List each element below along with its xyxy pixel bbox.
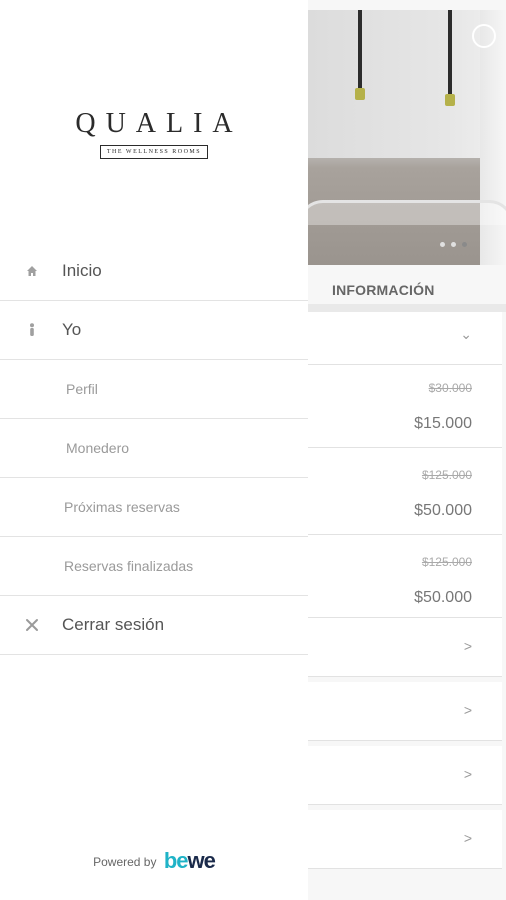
menu-item-label: Inicio <box>62 261 102 280</box>
close-icon <box>24 617 40 633</box>
menu-item-label: Cerrar sesión <box>62 615 165 634</box>
bewe-logo-part: be <box>163 848 189 873</box>
navigation-drawer: QUALIA THE WELLNESS ROOMS Inicio Yo Perf… <box>0 0 308 900</box>
curtain <box>480 10 506 265</box>
carousel-dots[interactable] <box>440 242 467 247</box>
price-new: $50.000 <box>414 502 472 519</box>
menu-item-yo[interactable]: Yo <box>0 301 308 360</box>
powered-by: Powered by bewe <box>0 848 308 874</box>
price-card[interactable]: $125.000 $50.000 <box>308 448 502 535</box>
favorite-icon[interactable] <box>472 24 496 48</box>
price-card[interactable]: $30.000 $15.000 <box>308 365 502 448</box>
gym-photo[interactable] <box>308 10 506 265</box>
list-row[interactable]: > <box>308 810 502 869</box>
chevron-right-icon: > <box>463 766 472 782</box>
menu-item-proximas-reservas[interactable]: Próximas reservas <box>0 478 308 537</box>
menu-item-monedero[interactable]: Monedero <box>0 419 308 478</box>
list-row[interactable]: > <box>308 682 502 741</box>
menu-item-label: Monedero <box>66 440 130 456</box>
trx-strap <box>358 10 362 90</box>
menu-item-cerrar-sesion[interactable]: Cerrar sesión <box>0 596 308 655</box>
bewe-logo-part: we <box>187 848 216 873</box>
chevron-right-icon: > <box>463 830 472 846</box>
carousel-dot-active[interactable] <box>462 242 467 247</box>
person-icon <box>24 322 40 338</box>
price-card[interactable]: $125.000 $50.000 <box>308 535 502 618</box>
carousel-dot[interactable] <box>451 242 456 247</box>
drawer-menu: Inicio Yo Perfil Monedero Próximas reser… <box>0 242 308 655</box>
chevron-right-icon: > <box>463 638 472 654</box>
powered-by-text: Powered by <box>93 855 157 869</box>
trx-strap <box>448 10 452 96</box>
section-label: INFORMACIÓN <box>332 282 435 298</box>
background-screen: INFORMACIÓN ⌄ $30.000 $15.000 $125.000 $… <box>308 0 506 900</box>
logo-tagline: THE WELLNESS ROOMS <box>99 145 209 159</box>
bewe-logo: bewe <box>163 848 216 873</box>
trx-handle <box>445 94 455 106</box>
menu-item-reservas-finalizadas[interactable]: Reservas finalizadas <box>0 537 308 596</box>
ballet-bar <box>308 200 506 225</box>
price-old: $125.000 <box>421 555 472 569</box>
divider <box>308 304 506 312</box>
carousel-dot[interactable] <box>440 242 445 247</box>
menu-item-inicio[interactable]: Inicio <box>0 242 308 301</box>
list-row[interactable]: > <box>308 746 502 805</box>
price-new: $50.000 <box>414 589 472 606</box>
menu-item-label: Próximas reservas <box>64 499 180 515</box>
price-old: $125.000 <box>421 468 472 482</box>
chevron-right-icon: > <box>463 702 472 718</box>
trx-handle <box>355 88 365 100</box>
brand-logo: QUALIA THE WELLNESS ROOMS <box>0 108 308 159</box>
expand-row[interactable]: ⌄ <box>308 312 502 365</box>
price-old: $30.000 <box>428 381 472 395</box>
menu-item-label: Yo <box>62 320 82 339</box>
home-icon <box>24 263 40 279</box>
chevron-down-icon: ⌄ <box>460 326 472 342</box>
list-row[interactable]: > <box>308 618 502 677</box>
menu-item-perfil[interactable]: Perfil <box>0 360 308 419</box>
menu-item-label: Reservas finalizadas <box>64 558 194 574</box>
menu-item-label: Perfil <box>66 381 98 397</box>
price-new: $15.000 <box>414 415 472 432</box>
logo-wordmark: QUALIA <box>75 108 243 139</box>
